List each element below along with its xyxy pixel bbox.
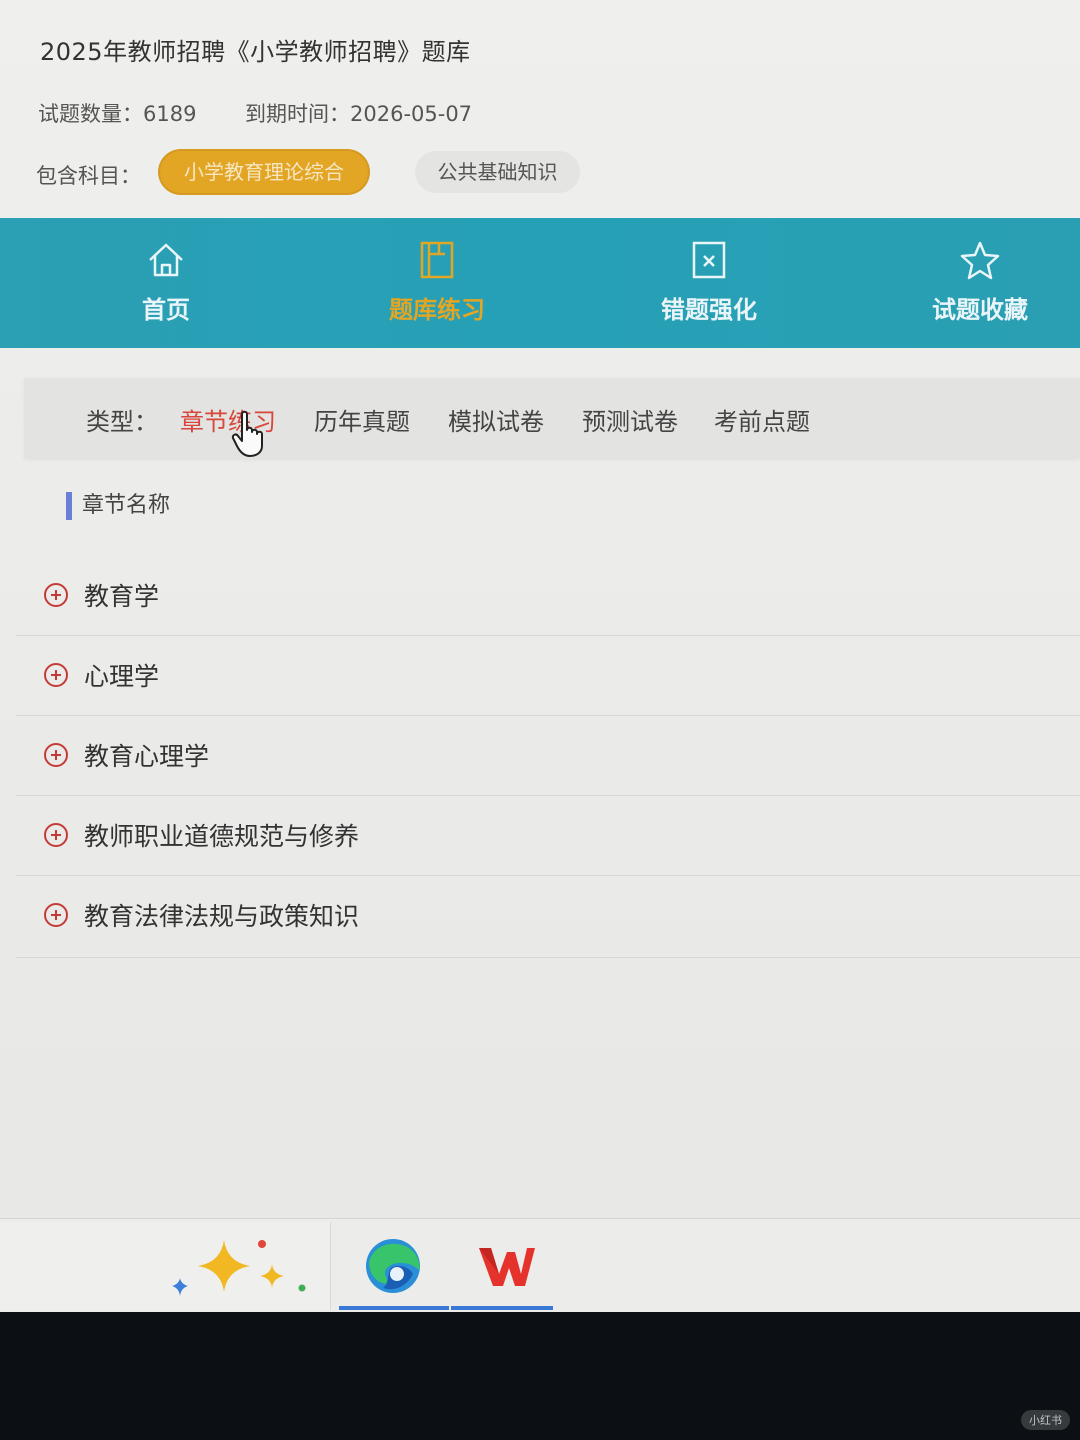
watermark: 小红书	[1021, 1410, 1070, 1430]
type-filter-bar: 类型： 章节练习 历年真题 模拟试卷 预测试卷 考前点题	[24, 378, 1080, 458]
expand-plus-icon[interactable]	[44, 743, 68, 767]
type-label: 类型：	[86, 408, 158, 436]
question-count-value: 6189	[143, 102, 197, 126]
nav-favorites[interactable]: 试题收藏	[870, 218, 1080, 348]
sparkle-app-icon	[172, 1240, 306, 1296]
hand-cursor-icon	[231, 410, 263, 457]
chapter-name[interactable]: 教师职业道德规范与修养	[84, 817, 359, 853]
taskbar-edge[interactable]	[339, 1222, 449, 1310]
expire-date: 到期时间：2026-05-07	[245, 98, 472, 128]
tab-predicted-exams[interactable]: 预测试卷	[582, 402, 678, 437]
chapter-name[interactable]: 心理学	[84, 657, 159, 693]
taskbar-wps[interactable]	[451, 1222, 553, 1310]
subject-pill[interactable]: 公共基础知识	[415, 151, 580, 193]
active-app-indicator	[451, 1306, 553, 1310]
expire-date-label: 到期时间：	[245, 102, 350, 126]
chapter-item[interactable]: 教育心理学	[16, 715, 1080, 796]
book-icon	[420, 241, 454, 279]
bank-title: 2025年教师招聘《小学教师招聘》题库	[40, 38, 471, 66]
app-screen: 2025年教师招聘《小学教师招聘》题库 试题数量：6189 到期时间：2026-…	[0, 0, 1080, 1312]
tab-pre-exam-tips[interactable]: 考前点题	[714, 402, 810, 437]
expand-plus-icon[interactable]	[44, 823, 68, 847]
subject-pill-active[interactable]: 小学教育理论综合	[160, 151, 368, 193]
expand-plus-icon[interactable]	[44, 663, 68, 687]
chapter-item[interactable]: 教师职业道德规范与修养	[16, 795, 1080, 876]
wps-office-icon	[479, 1248, 535, 1286]
star-icon	[960, 241, 1000, 280]
chapter-list-header: 章节名称	[66, 492, 170, 520]
chapter-name[interactable]: 教育学	[84, 577, 159, 613]
tab-past-exams[interactable]: 历年真题	[314, 402, 410, 437]
chapter-item[interactable]: 教育学	[16, 555, 1080, 636]
wrong-answer-icon	[692, 241, 726, 279]
nav-favorites-label: 试题收藏	[932, 296, 1028, 324]
question-count: 试题数量：6189	[38, 98, 196, 128]
expand-plus-icon[interactable]	[44, 583, 68, 607]
taskbar-sparkle-app[interactable]	[0, 1222, 331, 1310]
nav-question-bank-label: 题库练习	[389, 296, 485, 324]
chapter-name[interactable]: 教育法律法规与政策知识	[84, 897, 359, 933]
nav-home[interactable]: 首页	[56, 218, 276, 348]
chapter-name[interactable]: 教育心理学	[84, 737, 209, 773]
expand-plus-icon[interactable]	[44, 903, 68, 927]
nav-wrong-answers-label: 错题强化	[661, 296, 757, 324]
question-count-label: 试题数量：	[38, 102, 143, 126]
home-icon	[149, 243, 183, 277]
monitor-bezel: 小红书	[0, 1312, 1080, 1440]
nav-question-bank[interactable]: 题库练习	[327, 218, 547, 348]
chapter-item[interactable]: 教育法律法规与政策知识	[16, 875, 1080, 958]
main-nav: 首页 题库练习 错题强化 试题收藏	[0, 218, 1080, 348]
nav-home-label: 首页	[142, 296, 190, 324]
edge-browser-icon	[366, 1239, 420, 1293]
chapter-item[interactable]: 心理学	[16, 635, 1080, 716]
active-app-indicator	[339, 1306, 449, 1310]
tab-mock-exams[interactable]: 模拟试卷	[448, 402, 544, 437]
subjects-label: 包含科目：	[36, 164, 141, 188]
nav-wrong-answers[interactable]: 错题强化	[599, 218, 819, 348]
expire-date-value: 2026-05-07	[350, 102, 473, 126]
